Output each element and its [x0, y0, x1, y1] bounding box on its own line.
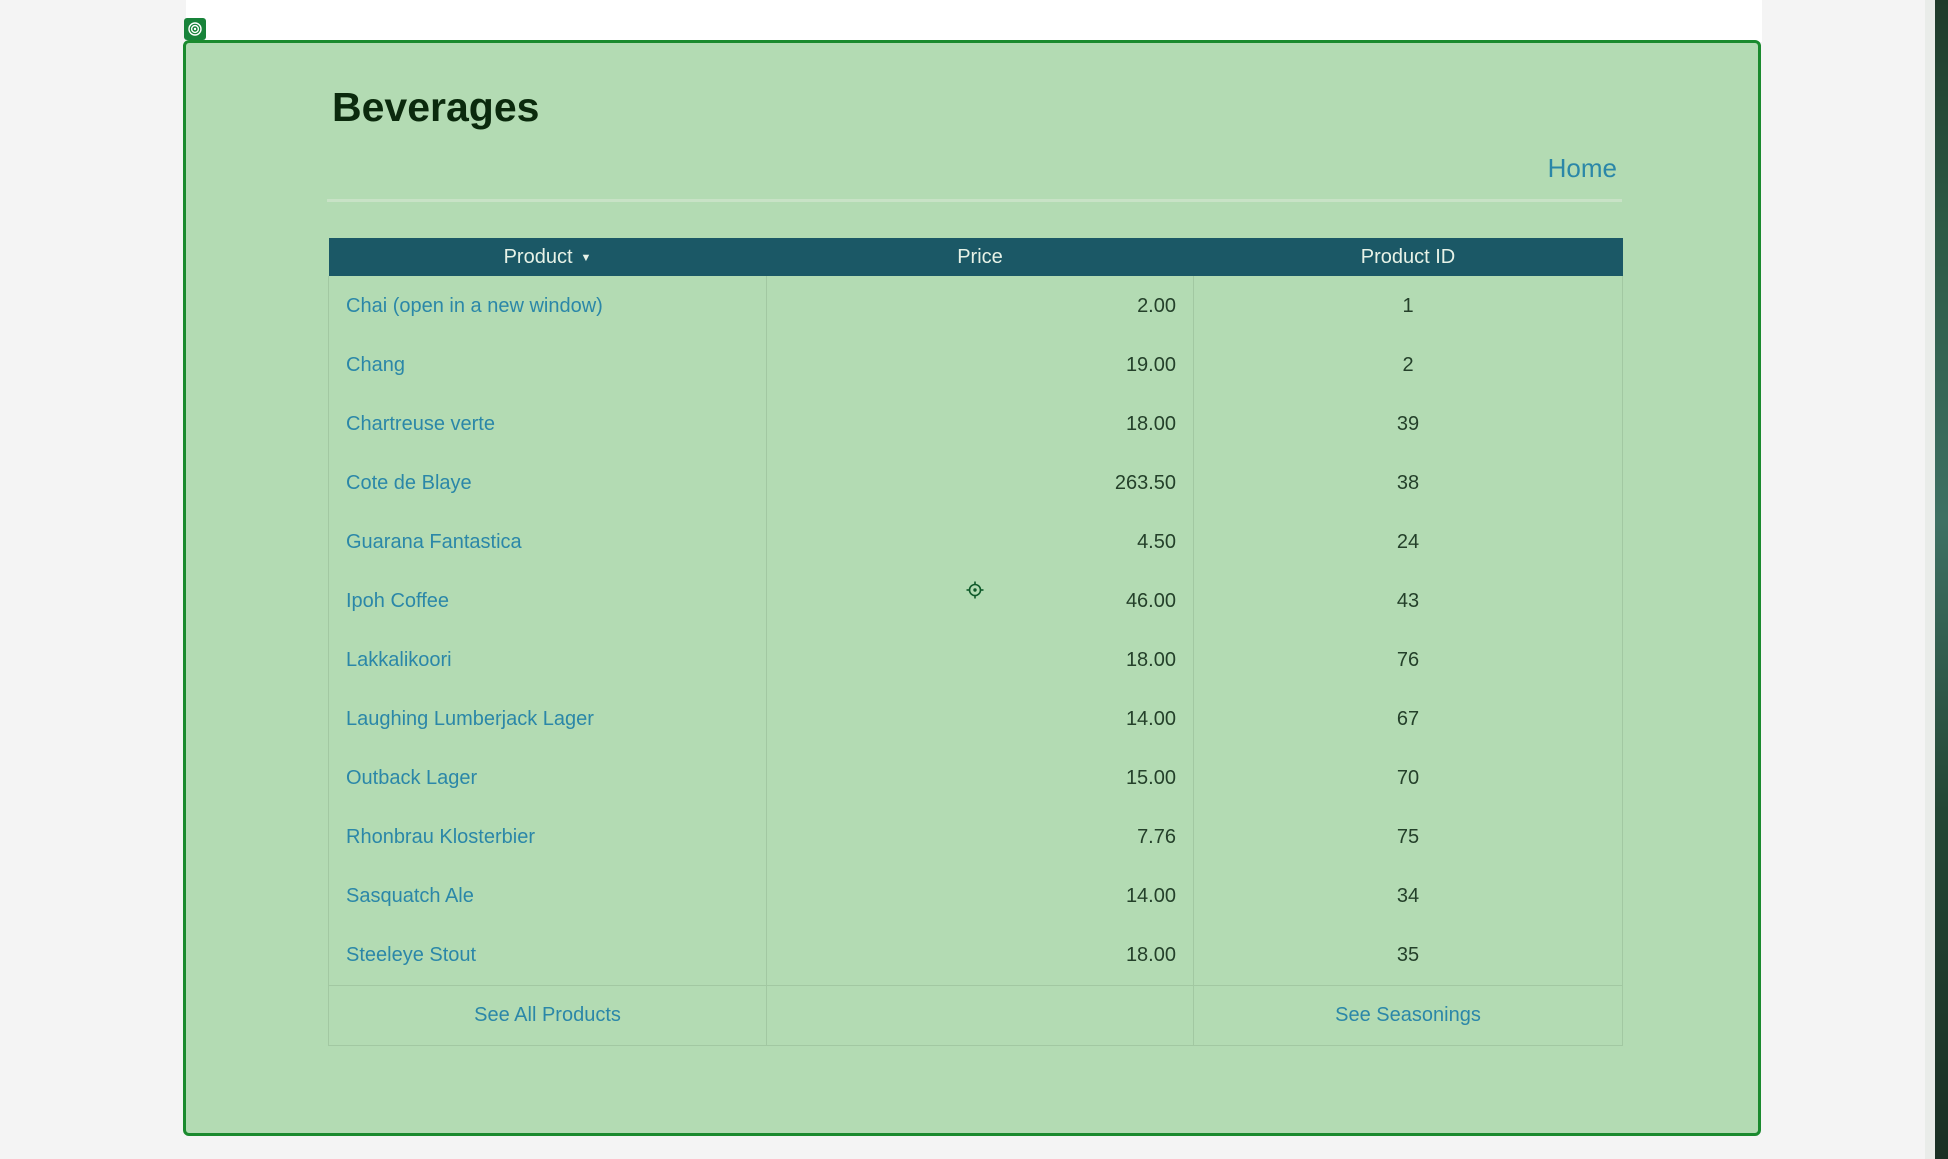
product-link[interactable]: Chang	[346, 354, 405, 376]
column-header-price[interactable]: Price	[766, 238, 1194, 276]
product-name-cell: Lakkalikoori	[328, 631, 767, 690]
price-cell: 18.00	[766, 631, 1194, 690]
product-link[interactable]: Rhonbrau Klosterbier	[346, 826, 535, 848]
table-row: Cote de Blaye 263.50 38	[328, 454, 1623, 513]
page-top-strip	[186, 0, 1762, 42]
table-row: Chang 19.00 2	[328, 336, 1623, 395]
product-name-cell: Ipoh Coffee	[328, 572, 767, 631]
table-row: Steeleye Stout 18.00 35	[328, 926, 1623, 986]
page-title: Beverages	[332, 84, 540, 130]
product-name-cell: Chang	[328, 336, 767, 395]
product-id-cell: 70	[1193, 749, 1623, 808]
product-link[interactable]: Steeleye Stout	[346, 944, 476, 966]
column-header-product-id[interactable]: Product ID	[1193, 238, 1623, 276]
product-id-cell: 1	[1193, 276, 1623, 336]
table-footer-row: See All Products See Seasonings	[328, 985, 1623, 1046]
product-name-cell: Outback Lager	[328, 749, 767, 808]
product-link[interactable]: Laughing Lumberjack Lager	[346, 708, 594, 730]
product-name-cell: Guarana Fantastica	[328, 513, 767, 572]
product-link[interactable]: Outback Lager	[346, 767, 477, 789]
product-name-cell: Chai (open in a new window)	[328, 276, 767, 336]
table-row: Laughing Lumberjack Lager 14.00 67	[328, 690, 1623, 749]
product-id-cell: 35	[1193, 926, 1623, 986]
product-id-cell: 34	[1193, 867, 1623, 926]
table-row: Sasquatch Ale 14.00 34	[328, 867, 1623, 926]
window-edge	[1925, 0, 1935, 1159]
price-cell: 14.00	[766, 867, 1194, 926]
product-link[interactable]: Cote de Blaye	[346, 472, 472, 494]
product-name-cell: Sasquatch Ale	[328, 867, 767, 926]
column-header-product[interactable]: Product ▼	[328, 238, 767, 276]
price-cell: 2.00	[766, 276, 1194, 336]
product-id-cell: 67	[1193, 690, 1623, 749]
product-id-cell: 24	[1193, 513, 1623, 572]
footer-cell-empty	[766, 985, 1194, 1046]
footer-cell: See Seasonings	[1193, 985, 1623, 1046]
price-cell: 4.50	[766, 513, 1194, 572]
see-all-products-link[interactable]: See All Products	[474, 1004, 621, 1026]
table-row: Chai (open in a new window) 2.00 1	[328, 276, 1623, 336]
product-name-cell: Chartreuse verte	[328, 395, 767, 454]
crosshair-icon	[966, 581, 984, 599]
products-table: Product ▼ Price Product ID Chai (open in …	[328, 238, 1623, 1046]
table-header-row: Product ▼ Price Product ID	[328, 238, 1623, 276]
sort-descending-icon: ▼	[580, 251, 592, 264]
price-cell: 15.00	[766, 749, 1194, 808]
product-name-cell: Laughing Lumberjack Lager	[328, 690, 767, 749]
product-link[interactable]: Chartreuse verte	[346, 413, 495, 435]
price-cell: 18.00	[766, 926, 1194, 986]
product-name-cell: Rhonbrau Klosterbier	[328, 808, 767, 867]
product-name-cell: Steeleye Stout	[328, 926, 767, 986]
product-id-cell: 38	[1193, 454, 1623, 513]
desktop-background-edge	[1935, 0, 1948, 1159]
product-link[interactable]: Lakkalikoori	[346, 649, 452, 671]
table-row: Rhonbrau Klosterbier 7.76 75	[328, 808, 1623, 867]
target-icon[interactable]	[184, 18, 206, 40]
product-id-cell: 2	[1193, 336, 1623, 395]
product-id-cell: 39	[1193, 395, 1623, 454]
price-cell: 18.00	[766, 395, 1194, 454]
product-id-cell: 43	[1193, 572, 1623, 631]
home-link[interactable]: Home	[1548, 150, 1617, 186]
product-name-cell: Cote de Blaye	[328, 454, 767, 513]
table-row: Outback Lager 15.00 70	[328, 749, 1623, 808]
product-link[interactable]: Guarana Fantastica	[346, 531, 522, 553]
table-row: Guarana Fantastica 4.50 24	[328, 513, 1623, 572]
footer-cell: See All Products	[328, 985, 767, 1046]
product-link[interactable]: Ipoh Coffee	[346, 590, 449, 612]
price-cell: 263.50	[766, 454, 1194, 513]
product-id-cell: 76	[1193, 631, 1623, 690]
table-row: Chartreuse verte 18.00 39	[328, 395, 1623, 454]
products-table-container: Product ▼ Price Product ID Chai (open in …	[328, 238, 1623, 1046]
divider	[327, 199, 1622, 202]
see-seasonings-link[interactable]: See Seasonings	[1335, 1004, 1481, 1026]
product-id-cell: 75	[1193, 808, 1623, 867]
price-cell: 7.76	[766, 808, 1194, 867]
product-link[interactable]: Sasquatch Ale	[346, 885, 474, 907]
product-link[interactable]: Chai (open in a new window)	[346, 295, 603, 317]
price-cell: 19.00	[766, 336, 1194, 395]
price-cell: 14.00	[766, 690, 1194, 749]
table-row: Lakkalikoori 18.00 76	[328, 631, 1623, 690]
column-header-label: Product	[503, 245, 573, 268]
